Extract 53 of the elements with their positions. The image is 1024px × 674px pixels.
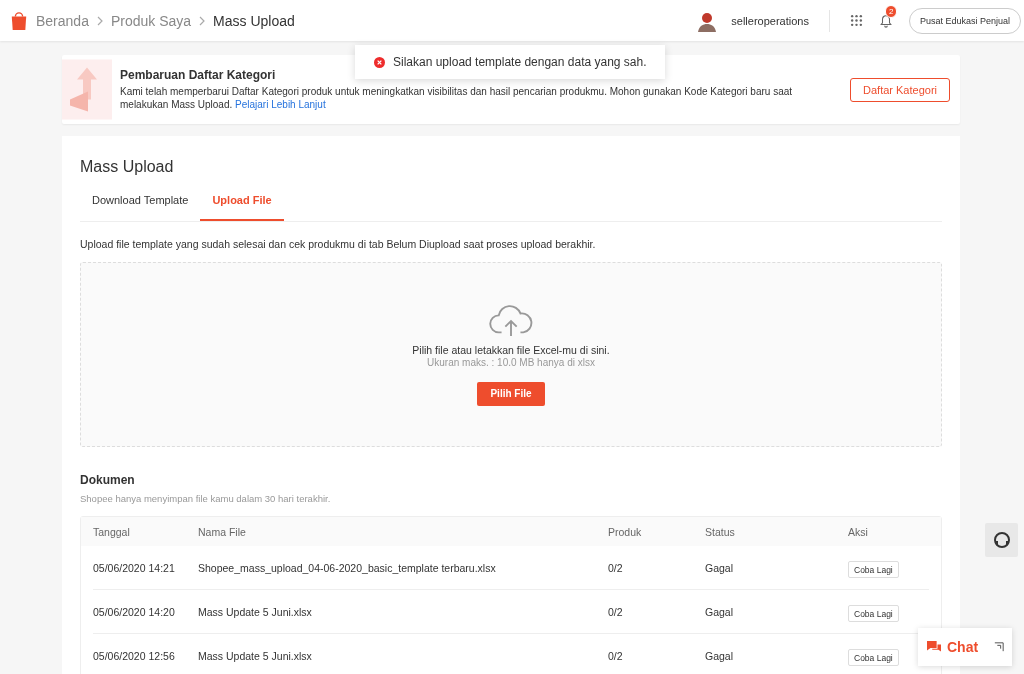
category-list-button[interactable]: Daftar Kategori — [850, 77, 950, 102]
expand-icon[interactable] — [994, 642, 1004, 652]
breadcrumb-link[interactable]: Beranda — [36, 12, 89, 29]
headset-icon — [991, 530, 1012, 550]
chat-widget[interactable]: Chat — [918, 628, 1012, 666]
error-icon — [374, 56, 385, 68]
chevron-icon — [199, 15, 206, 26]
table-cell-text: 0/2 — [608, 561, 624, 574]
table-cell-text: Shopee_mass_upload_04-06-2020_basic_template terbaru.xlsx — [198, 561, 497, 574]
tab[interactable]: Upload File — [200, 194, 284, 221]
table-cell-text: Gagal — [705, 649, 735, 662]
table-cell-text: 05/06/2020 14:20 — [93, 605, 176, 618]
retry-button[interactable]: Coba Lagi — [848, 561, 899, 578]
column-header: Tanggal — [93, 525, 131, 538]
chat-label: Chat — [947, 639, 980, 655]
chevron-icon — [96, 15, 103, 26]
column-header: Nama File — [198, 525, 247, 538]
choose-file-button[interactable]: Pilih File — [477, 381, 545, 406]
toast-message: Silakan upload template dengan data yang sah. — [393, 55, 647, 69]
retention-note: Shopee hanya menyimpan file kamu dalam 30 hari terakhir. — [80, 493, 332, 504]
retry-button[interactable]: Coba Lagi — [848, 649, 899, 666]
column-header: Produk — [608, 525, 643, 538]
banner-text: Kami telah memperbarui Daftar Kategori produk untuk meningkatkan visibilitas dan hasil pencarian produkmu. Mohon gunakan Kode Kategori baru saat melakukan Mass Upload. Pelajari Lebih Lanjut — [120, 85, 794, 111]
retry-button[interactable]: Coba Lagi — [848, 605, 899, 622]
breadcrumb-link[interactable]: Produk Saya — [110, 12, 192, 29]
username[interactable]: selleroperations — [731, 14, 809, 27]
file-size-hint: Ukuran maks. : 10.0 MB hanya di xlsx — [427, 356, 595, 368]
education-center-button[interactable]: Pusat Edukasi Penjual — [908, 7, 1021, 34]
table-cell-text: 05/06/2020 14:21 — [93, 561, 176, 574]
banner-title: Pembaruan Daftar Kategori — [120, 68, 276, 82]
headset-button[interactable] — [985, 523, 1018, 557]
drop-zone-text: Pilih file atau letakkan file Excel-mu di sini. — [412, 343, 610, 356]
chat-bubble-icon — [926, 640, 942, 654]
cloud-upload-icon — [488, 303, 534, 338]
table-cell-text: Mass Update 5 Juni.xlsx — [198, 649, 313, 662]
column-header: Aksi — [848, 525, 869, 538]
tab[interactable]: Download Template — [80, 194, 201, 221]
learn-more-link[interactable]: Pelajari Lebih Lanjut — [235, 99, 326, 110]
table-cell-text: 0/2 — [608, 605, 624, 618]
bell-icon[interactable] — [878, 13, 893, 28]
section-title: Dokumen — [80, 473, 136, 487]
file-drop-zone[interactable]: Pilih file atau letakkan file Excel-mu di sini. Ukuran maks. : 10.0 MB hanya di xlsx Pilih File — [80, 262, 942, 447]
column-header: Status — [705, 525, 736, 538]
page-title: Mass Upload — [80, 158, 175, 176]
notification-badge: 2 — [884, 4, 898, 18]
instruction-text: Upload file template yang sudah selesai dan cek produkmu di tab Belum Diupload saat proses upload berakhir. — [80, 238, 597, 250]
shopping-bag-icon[interactable] — [10, 10, 28, 31]
table-cell-text: Mass Update 5 Juni.xlsx — [198, 605, 313, 618]
table-cell-text: Gagal — [705, 561, 735, 574]
table-cell-text: 0/2 — [608, 649, 624, 662]
table-cell-text: 05/06/2020 12:56 — [93, 649, 176, 662]
table-cell-text: Gagal — [705, 605, 735, 618]
apps-grid-icon[interactable] — [849, 14, 863, 27]
